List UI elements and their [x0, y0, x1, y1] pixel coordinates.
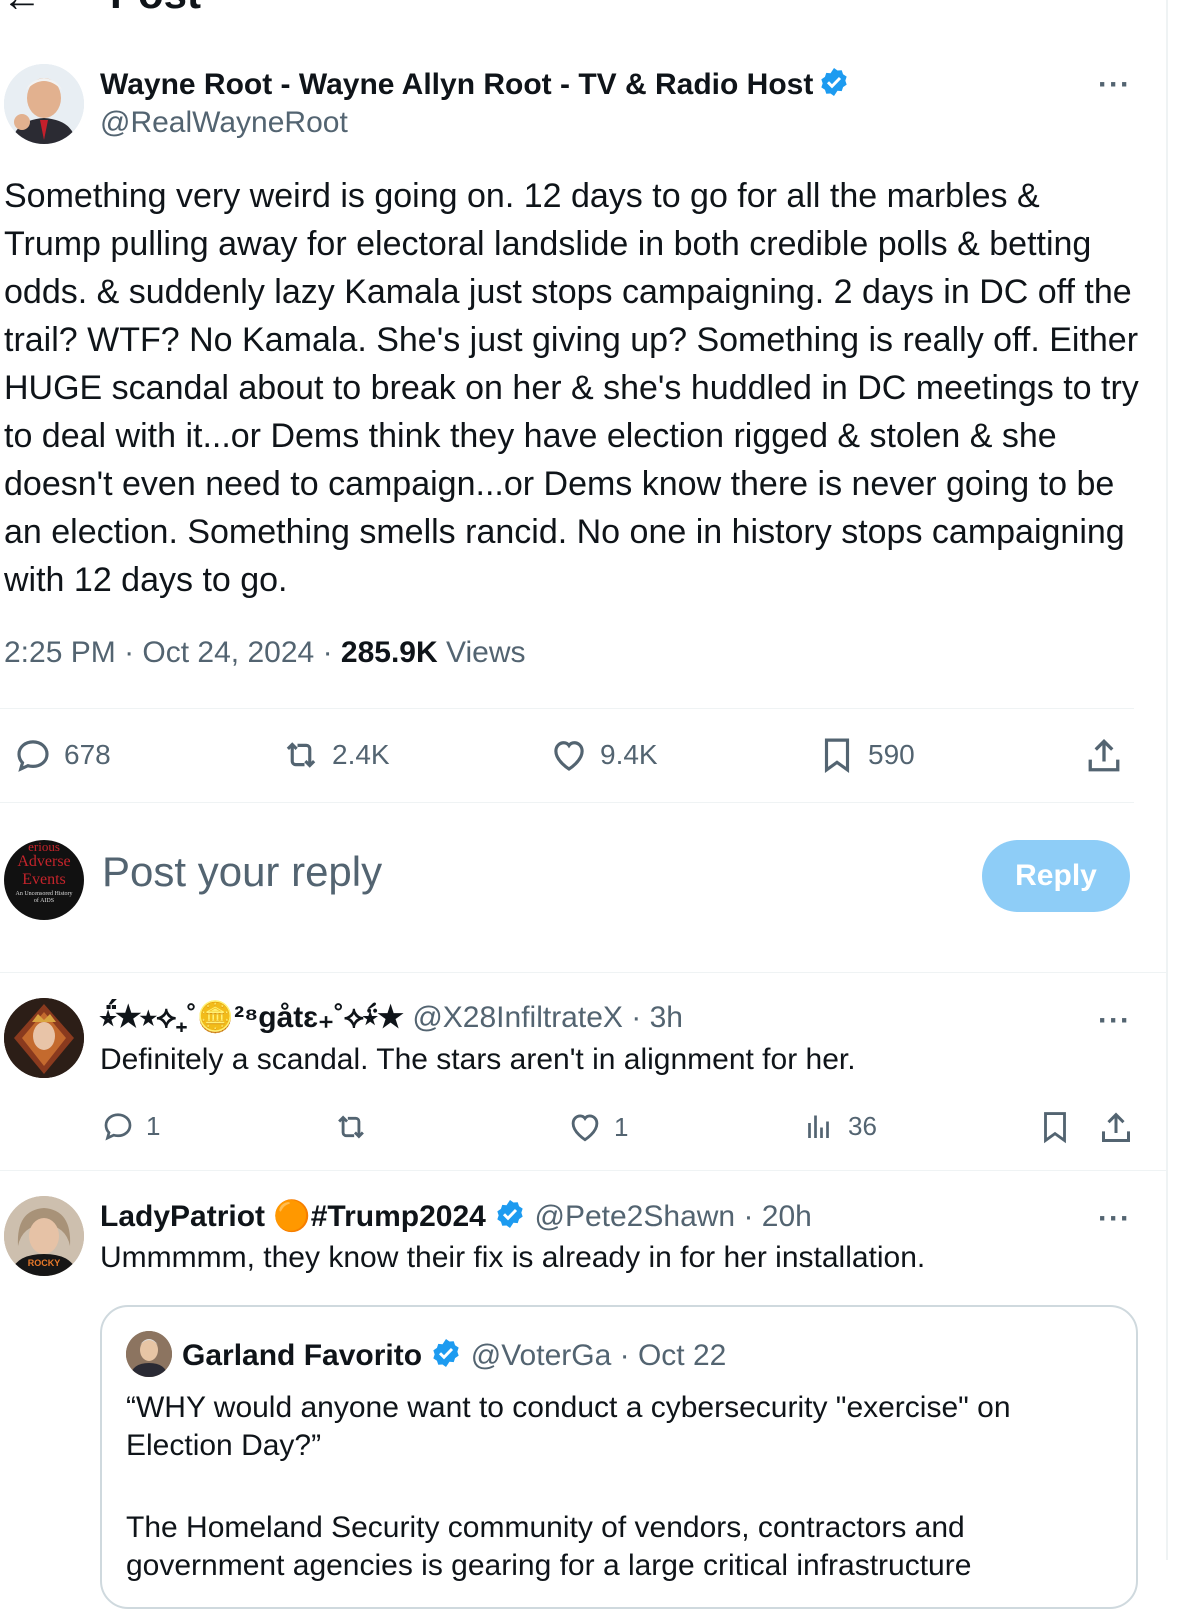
reply-age[interactable]: 20h [762, 1200, 812, 1233]
repost-icon [338, 1115, 364, 1139]
reply-icon [104, 1113, 132, 1141]
bookmark-icon [824, 738, 850, 773]
reply-author-name[interactable]: LadyPatriot [100, 1200, 265, 1233]
post-text: Something very weird is going on. 12 day… [4, 177, 1149, 599]
verified-badge-icon [818, 66, 850, 103]
reply-text: Ummmmm, they know their fix is already i… [100, 1241, 926, 1274]
avatar[interactable] [4, 64, 84, 144]
views-label: Views [446, 636, 526, 669]
reply-action[interactable]: 678 [12, 734, 111, 776]
quoted-header: Garland Favorito @VoterGa · Oct 22 [182, 1337, 726, 1377]
post-date[interactable]: Oct 24, 2024 [142, 636, 314, 669]
reply-action[interactable]: 1 [100, 1108, 160, 1144]
divider [0, 1170, 1166, 1171]
more-icon[interactable]: ··· [1098, 1202, 1131, 1236]
reply-age[interactable]: 3h [650, 1001, 683, 1034]
reply-icon [17, 740, 49, 772]
quoted-text: government agencies is gearing for a lar… [126, 1549, 972, 1582]
heart-icon [571, 1114, 599, 1142]
verified-badge-icon [494, 1198, 526, 1238]
bookmark-count: 590 [868, 739, 915, 770]
post-time[interactable]: 2:25 PM [4, 636, 116, 669]
page-header: ← Post [0, 0, 1166, 10]
reply-count: 678 [64, 739, 111, 770]
divider [0, 972, 1166, 973]
quoted-avatar [126, 1331, 172, 1377]
like-action[interactable]: 1 [566, 1108, 628, 1146]
more-icon[interactable]: ··· [1098, 68, 1131, 102]
views-count: 36 [848, 1110, 877, 1141]
divider [0, 802, 1134, 803]
like-count: 1 [614, 1111, 629, 1142]
share-icon [1102, 1112, 1130, 1142]
divider [0, 708, 1134, 709]
analytics-icon [808, 1115, 829, 1138]
heart-icon [554, 741, 584, 771]
share-action[interactable] [1096, 1108, 1136, 1148]
page-title: Post [110, 0, 201, 10]
bookmark-icon [1044, 1112, 1066, 1144]
share-icon [1088, 738, 1120, 772]
repost-icon [286, 742, 316, 768]
repost-action[interactable]: 2.4K [280, 734, 390, 776]
repost-count: 2.4K [332, 739, 390, 770]
bookmark-action[interactable] [1036, 1108, 1074, 1146]
share-action[interactable] [1082, 734, 1126, 778]
more-icon[interactable]: ··· [1098, 1004, 1131, 1038]
quoted-date: Oct 22 [637, 1339, 727, 1372]
quoted-text: The Homeland Security community of vendo… [126, 1511, 965, 1544]
author-name[interactable]: Wayne Root - Wayne Allyn Root - TV & Rad… [100, 68, 813, 101]
column-border [1166, 0, 1168, 1560]
avatar-shirt-text: ROCKY [27, 1258, 61, 1268]
reply-author-name[interactable]: ⭒̈́★⭑⟡₊˚🪙²⁸gåtɛ₊˚⟡⭒̈́★ [100, 1001, 404, 1034]
reply-header: ⭒̈́★⭑⟡₊˚🪙²⁸gåtɛ₊˚⟡⭒̈́★ @X28InfiltrateX ·… [100, 1001, 683, 1034]
orange-emoji-icon: 🟠 [273, 1200, 311, 1233]
reply-text: Definitely a scandal. The stars aren't i… [100, 1043, 856, 1076]
like-count: 9.4K [600, 739, 658, 770]
reply-button[interactable]: Reply [982, 840, 1130, 912]
reply-avatar[interactable]: ROCKY [4, 1196, 84, 1276]
quoted-post[interactable]: Garland Favorito @VoterGa · Oct 22 “WHY … [100, 1305, 1138, 1609]
reply-author-handle[interactable]: @Pete2Shawn [535, 1200, 736, 1233]
author-line: Wayne Root - Wayne Allyn Root - TV & Rad… [100, 66, 850, 103]
repost-action[interactable] [332, 1108, 380, 1146]
bookmark-action[interactable]: 590 [816, 734, 915, 776]
post-meta: 2:25 PM · Oct 24, 2024 · 285.9K Views [4, 636, 526, 669]
arrow-left-icon[interactable]: ← [2, 0, 42, 10]
author-handle[interactable]: @RealWayneRoot [100, 106, 348, 140]
verified-badge-icon [430, 1337, 462, 1377]
reply-author-name-suffix[interactable]: #Trump2024 [311, 1200, 486, 1233]
views-action[interactable]: 36 [802, 1108, 877, 1144]
reply-header: LadyPatriot 🟠#Trump2024 @Pete2Shawn · 20… [100, 1198, 812, 1238]
quoted-author-name: Garland Favorito [182, 1339, 423, 1372]
reply-input[interactable]: Post your reply [102, 848, 902, 896]
like-action[interactable]: 9.4K [548, 734, 658, 776]
reply-count: 1 [146, 1110, 161, 1141]
my-avatar[interactable]: erious Adverse Events An Uncensored Hist… [4, 840, 84, 920]
quoted-author-handle: @VoterGa [470, 1339, 612, 1372]
quoted-text: “WHY would anyone want to conduct a cybe… [126, 1391, 1019, 1462]
reply-avatar[interactable] [4, 998, 84, 1078]
reply-author-handle[interactable]: @X28InfiltrateX [412, 1001, 623, 1034]
views-count: 285.9K [340, 636, 438, 669]
